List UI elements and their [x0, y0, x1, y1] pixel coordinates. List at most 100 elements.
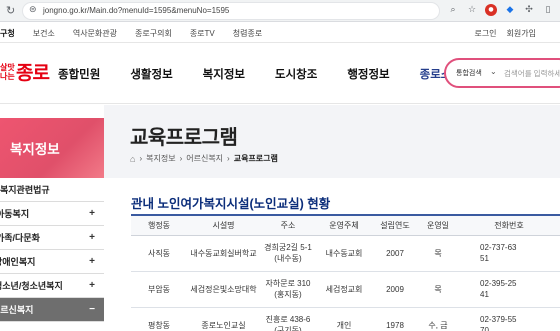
side-item-family-multicultural[interactable]: 가족/다문화 +	[0, 226, 104, 250]
cell-facility-name: 내수동교회실버학교	[187, 235, 260, 272]
side-item-label: 청소년/청소년복지	[0, 281, 63, 291]
table-row: 사직동 내수동교회실버학교 경희궁2길 5-1 (내수동) 내수동교회 2007 목 02-7…	[131, 235, 560, 272]
gnb-item-civil-service[interactable]: 종합민원	[58, 66, 100, 82]
login-link[interactable]: 로그인	[474, 28, 496, 39]
cell-operating-day: 수, 금	[418, 307, 458, 331]
search-box[interactable]: 통합검색 ⌄ 검색어를 입력하세요	[444, 58, 560, 88]
cell-facility-name: 종로노인교실	[187, 307, 260, 331]
page-header: 교육프로그램 ⌂ › 복지정보 › 어르신복지 › 교육프로그램	[104, 105, 560, 178]
reload-icon[interactable]: ↻	[6, 4, 15, 17]
cell-address: 자하문로 310 (홍지동)	[260, 271, 316, 308]
expand-plus-icon[interactable]: +	[89, 274, 95, 298]
table-header-row: 행정동 시설명 주소 운영주체 설립연도 운영일 전화번호	[131, 215, 560, 236]
breadcrumb-item[interactable]: 어르신복지	[186, 153, 223, 164]
column-header: 전화번호	[458, 215, 560, 236]
side-item-youth-welfare[interactable]: 청소년/청소년복지 +	[0, 274, 104, 298]
page-title: 교육프로그램	[130, 127, 238, 149]
utility-links: 구청 보건소 역사문화관광 종로구의회 종로TV 청렴종로	[0, 28, 262, 39]
site-info-icon[interactable]: ⊜	[29, 5, 37, 15]
column-header: 운영주체	[316, 215, 372, 236]
column-header: 설립연도	[372, 215, 418, 236]
home-icon[interactable]: ⌂	[130, 154, 135, 164]
utility-link-integrity[interactable]: 청렴종로	[233, 28, 262, 39]
gnb-item-city-creation[interactable]: 도시창조	[275, 66, 317, 82]
sidepanel-icon[interactable]: ▯	[542, 4, 554, 16]
side-item-disabled-welfare[interactable]: 장애인복지 +	[0, 250, 104, 274]
utility-link-council[interactable]: 종로구의회	[135, 28, 172, 39]
logo-wordmark: 종로	[16, 63, 50, 84]
table-row: 부암동 세검정은빛소망대학 자하문로 310 (홍지동) 세검정교회 2009 목 02-39…	[131, 271, 560, 308]
signup-link[interactable]: 회원가입	[507, 28, 536, 39]
cell-operator: 세검정교회	[316, 271, 372, 308]
cell-phone: 02-379-55 70	[458, 307, 560, 331]
expand-plus-icon[interactable]: +	[89, 250, 95, 274]
cell-district: 사직동	[131, 235, 187, 272]
facility-table: 행정동 시설명 주소 운영주체 설립연도 운영일 전화번호 사직동 내수동교회실버…	[131, 214, 560, 331]
gnb-item-welfare-info[interactable]: 복지정보	[203, 66, 245, 82]
facility-table-wrapper: 행정동 시설명 주소 운영주체 설립연도 운영일 전화번호 사직동 내수동교회실버…	[131, 214, 560, 331]
utility-link-district[interactable]: 구청	[0, 28, 15, 39]
breadcrumb-separator-icon: ›	[179, 154, 183, 163]
content-heading: 관내 노인여가복지시설(노인교실) 현황	[131, 197, 331, 211]
cell-address: 경희궁2길 5-1 (내수동)	[260, 235, 316, 272]
site-header: 살맛나는 종로 종합민원 생활정보 복지정보 도시창조 행정정보 종로소개 통합…	[0, 44, 560, 104]
cell-founded-year: 2009	[372, 271, 418, 308]
breadcrumb: ⌂ › 복지정보 › 어르신복지 › 교육프로그램	[130, 153, 278, 164]
site-logo[interactable]: 살맛나는 종로	[0, 58, 50, 85]
side-item-label: 복지관련법규	[0, 185, 50, 195]
cell-operating-day: 목	[418, 271, 458, 308]
url-text: jongno.go.kr/Main.do?menuId=1595&menuNo=…	[43, 6, 230, 15]
browser-toolbar: ↻ ⊜ jongno.go.kr/Main.do?menuId=1595&men…	[0, 0, 560, 22]
side-item-child-welfare[interactable]: 아동복지 +	[0, 202, 104, 226]
bookmark-star-icon[interactable]: ☆	[466, 4, 478, 16]
extension-icons: ⌕ ☆ ● ◆ ✣ ▯	[447, 4, 554, 16]
table-body: 사직동 내수동교회실버학교 경희궁2길 5-1 (내수동) 내수동교회 2007 목 02-7…	[131, 235, 560, 331]
collapse-minus-icon[interactable]: −	[89, 298, 95, 322]
cell-phone: 02-737-63 51	[458, 235, 560, 272]
cell-facility-name: 세검정은빛소망대학	[187, 271, 260, 308]
cell-district: 부암동	[131, 271, 187, 308]
logo-slogan: 살맛나는	[0, 62, 15, 81]
puzzle-icon[interactable]: ✣	[523, 4, 535, 16]
section-banner: 복지정보	[0, 118, 104, 178]
cell-founded-year: 2007	[372, 235, 418, 272]
cell-district: 평창동	[131, 307, 187, 331]
side-item-label: 장애인복지	[0, 257, 36, 267]
breadcrumb-separator-icon: ›	[227, 154, 230, 163]
search-input[interactable]: 검색어를 입력하세요	[504, 68, 560, 79]
cell-address: 진흥로 438-6 (구기동)	[260, 307, 316, 331]
section-title: 복지정보	[10, 142, 60, 157]
utility-link-tourism[interactable]: 역사문화관광	[73, 28, 117, 39]
side-item-senior-welfare[interactable]: 어르신복지 −	[0, 298, 104, 322]
column-header: 시설명	[187, 215, 260, 236]
utility-bar: 구청 보건소 역사문화관광 종로구의회 종로TV 청렴종로 로그인 회원가입	[0, 23, 560, 43]
gnb-item-admin-info[interactable]: 행정정보	[347, 66, 389, 82]
side-item-label: 아동복지	[0, 209, 30, 219]
extension-red-icon[interactable]: ●	[485, 4, 497, 16]
search-category[interactable]: 통합검색	[456, 68, 482, 78]
utility-link-health[interactable]: 보건소	[33, 28, 55, 39]
breadcrumb-current: 교육프로그램	[233, 154, 278, 163]
cell-operator: 개인	[316, 307, 372, 331]
breadcrumb-separator-icon: ›	[139, 154, 143, 163]
cell-operator: 내수동교회	[316, 235, 372, 272]
cell-founded-year: 1978	[372, 307, 418, 331]
chevron-down-icon[interactable]: ⌄	[490, 67, 497, 76]
side-menu: 복지관련법규 아동복지 + 가족/다문화 + 장애인복지 + 청소년/청소년복지…	[0, 178, 104, 331]
side-item-label: 가족/다문화	[0, 233, 40, 243]
column-header: 행정동	[131, 215, 187, 236]
extension-blue-icon[interactable]: ◆	[504, 4, 516, 16]
expand-plus-icon[interactable]: +	[89, 202, 95, 226]
column-header: 주소	[260, 215, 316, 236]
main-navigation: 종합민원 생활정보 복지정보 도시창조 행정정보 종로소개	[58, 66, 492, 82]
zoom-icon[interactable]: ⌕	[447, 4, 459, 16]
breadcrumb-item[interactable]: 복지정보	[146, 153, 175, 164]
address-bar[interactable]: ⊜ jongno.go.kr/Main.do?menuId=1595&menuN…	[22, 2, 440, 20]
side-item-label: 어르신복지	[0, 305, 34, 315]
column-header: 운영일	[418, 215, 458, 236]
utility-link-tv[interactable]: 종로TV	[190, 28, 215, 39]
cell-operating-day: 목	[418, 235, 458, 272]
gnb-item-living-info[interactable]: 생활정보	[130, 66, 172, 82]
expand-plus-icon[interactable]: +	[89, 226, 95, 250]
side-item-welfare-law[interactable]: 복지관련법규	[0, 178, 104, 202]
